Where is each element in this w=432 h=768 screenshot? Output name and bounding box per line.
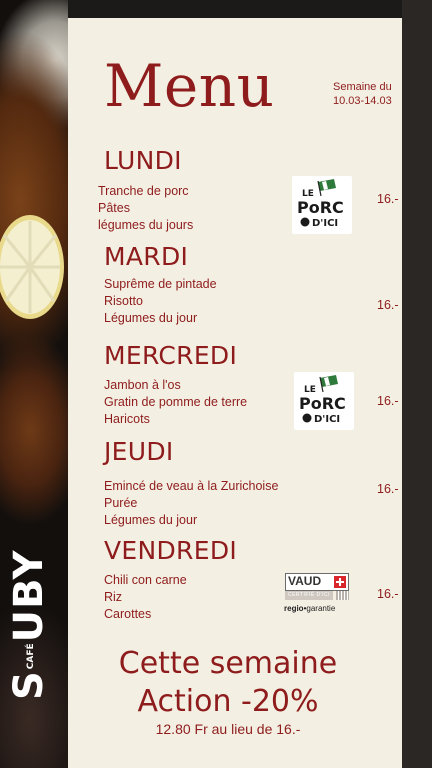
dish-list-vendredi: Chili con carne Riz Carottes [104,572,187,623]
price-mercredi: 16.- [377,394,399,408]
svg-text:D'ICI: D'ICI [314,414,340,425]
le-porc-d-ici-logo: LE PoRC D'ICI [292,176,352,234]
day-heading-mardi: MARDI [104,242,189,271]
dish-list-lundi: Tranche de porc Pâtes légumes du jours [98,183,193,234]
dish-item: Légumes du jour [104,311,198,325]
price-mardi: 16.- [377,298,399,312]
swiss-cross-icon [334,576,346,588]
vaud-regio-garantie-logo: VAUD CERTIFIÉ D'ICI regio•garantie [284,573,350,617]
svg-text:PoRC: PoRC [297,198,344,217]
dish-item: Carottes [104,607,152,621]
price-jeudi: 16.- [377,482,399,496]
le-porc-d-ici-icon: LE PoRC D'ICI [297,179,344,229]
lemon-slice-image [0,215,64,319]
week-dates: 10.03-14.03 [333,95,392,107]
svg-text:PoRC: PoRC [299,394,346,413]
le-porc-d-ici-logo: LE PoRC D'ICI [294,372,354,430]
dish-item: Légumes du jour [104,513,198,527]
dish-list-mercredi: Jambon à l'os Gratin de pomme de terre H… [104,377,247,428]
le-porc-d-ici-icon: LE PoRC D'ICI [299,375,346,425]
dish-item: Chili con carne [104,573,187,587]
day-heading-lundi: LUNDI [104,146,182,175]
promo-discount: Action -20% [137,684,319,719]
week-label: Semaine du [333,81,392,93]
vaud-certified-band: CERTIFIÉ D'ICI [285,591,333,600]
week-range: Semaine du 10.03-14.03 [333,80,403,108]
vaud-grid-icon [336,591,349,600]
dish-item: Emincé de veau à la Zurichoise [104,479,279,493]
dish-item: légumes du jours [98,218,194,232]
price-lundi: 16.- [377,192,399,206]
dish-item: Jambon à l'os [104,378,181,392]
dish-item: Tranche de porc [98,184,189,198]
day-heading-vendredi: VENDREDI [104,536,238,565]
price-vendredi: 16.- [377,587,399,601]
day-heading-jeudi: JEUDI [104,437,174,466]
dish-list-jeudi: Emincé de veau à la Zurichoise Purée Lég… [104,478,278,529]
promo-headline: Cette semaine [118,646,338,681]
dish-item: Gratin de pomme de terre [104,395,248,409]
svg-text:D'ICI: D'ICI [312,218,338,229]
vaud-label-box: VAUD [285,573,349,591]
dish-item: Suprême de pintade [104,277,217,291]
dish-item: Risotto [104,294,143,308]
regio-garantie-label: regio•garantie [284,604,336,613]
dish-item: Haricots [104,412,150,426]
dish-list-mardi: Suprême de pintade Risotto Légumes du jo… [104,276,217,327]
dish-item: Riz [104,590,123,604]
dish-item: Pâtes [98,201,130,215]
page-title: Menu [104,52,275,120]
day-heading-mercredi: MERCREDI [104,341,238,370]
dish-item: Purée [104,496,138,510]
promo-price-note: 12.80 Fr au lieu de 16.- [155,721,301,737]
